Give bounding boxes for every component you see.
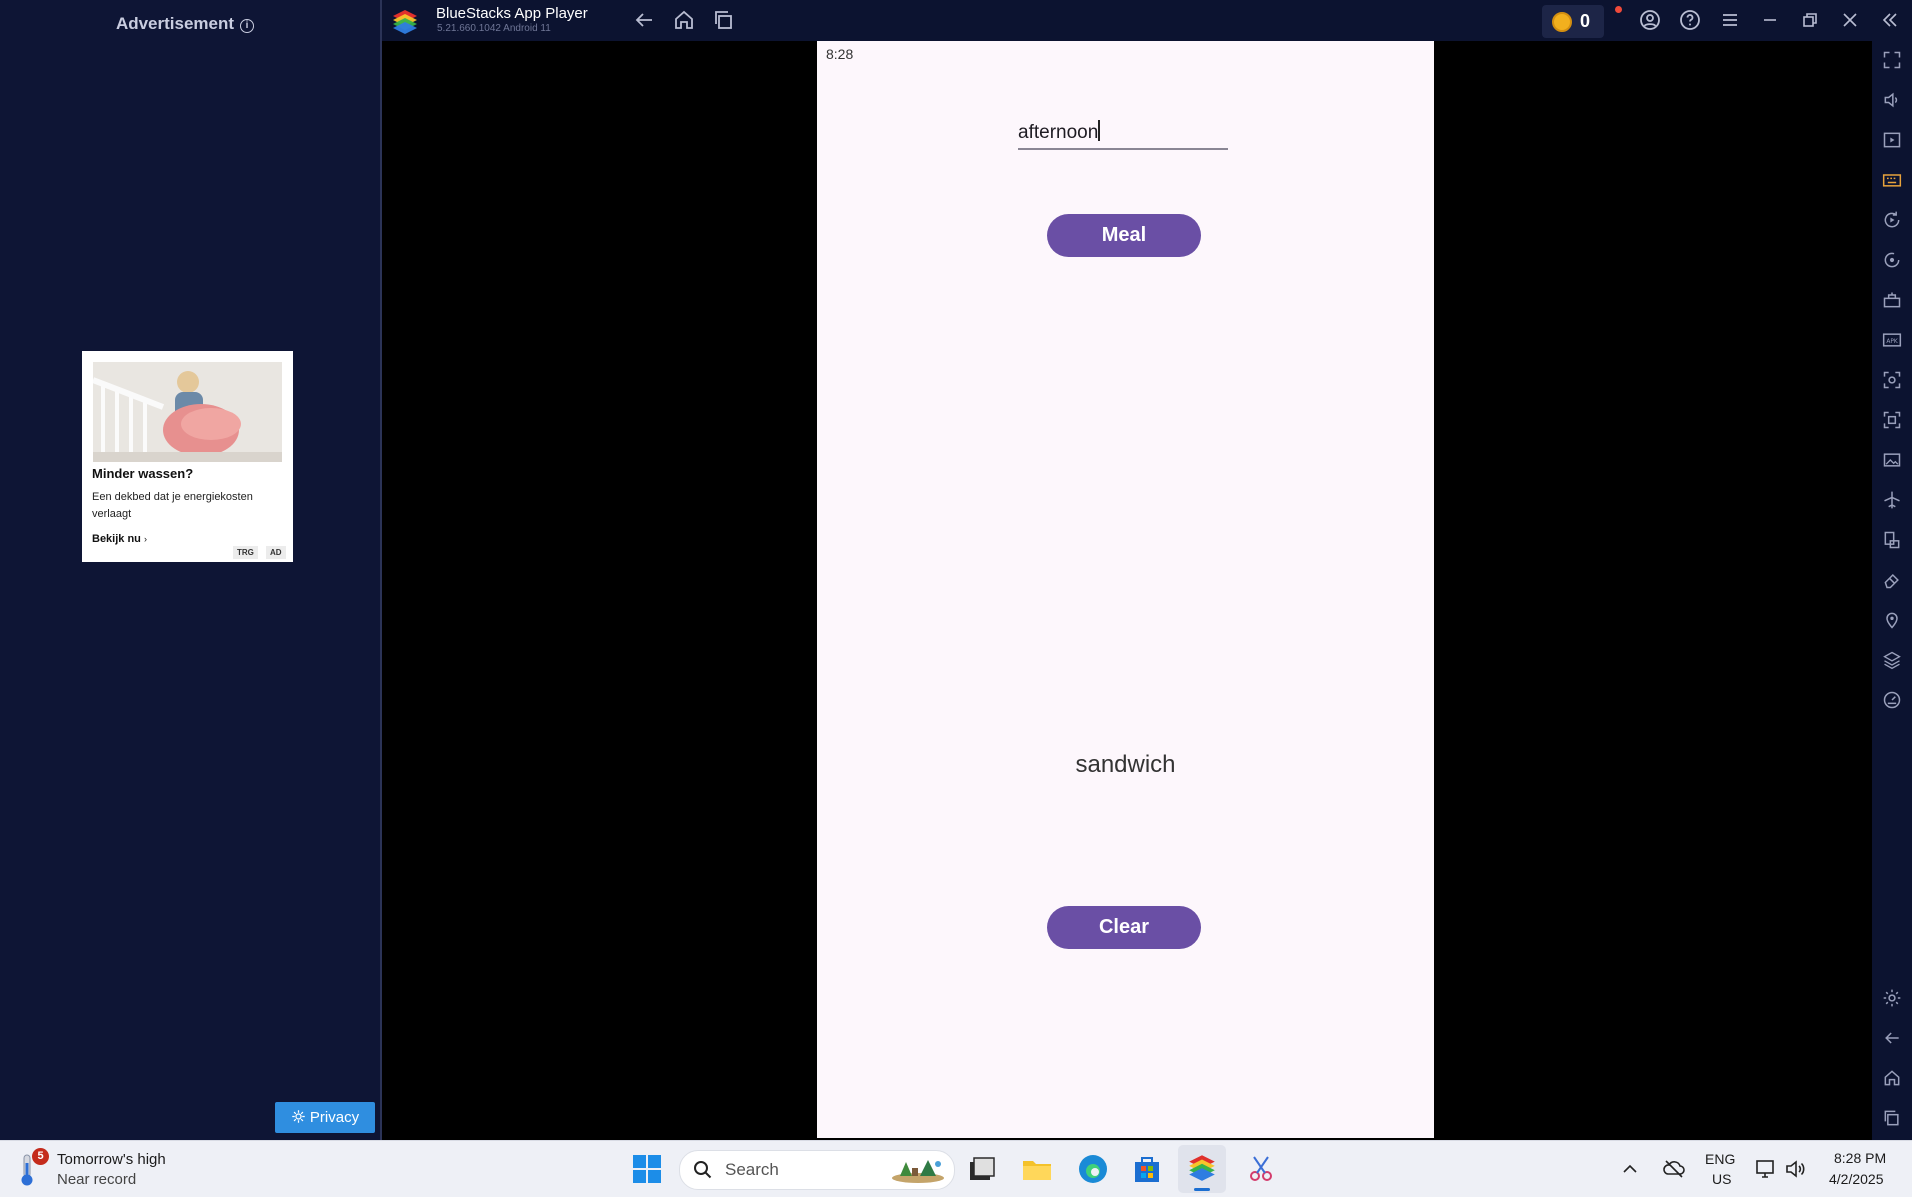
eraser-icon[interactable] (1882, 570, 1902, 590)
clear-button[interactable]: Clear (1047, 906, 1201, 949)
chevron-right-icon: › (143, 534, 147, 544)
android-screen: 8:28 afternoon Meal sandwich Clear (817, 41, 1434, 1138)
taskbar-search[interactable]: Search (679, 1150, 955, 1190)
status-bar-time: 8:28 (826, 46, 854, 62)
close-icon[interactable] (1838, 8, 1862, 32)
apk-icon[interactable]: APK (1882, 330, 1902, 350)
keyboard-icon[interactable] (1882, 170, 1902, 190)
meal-result-text: sandwich (1075, 751, 1176, 778)
volume-icon[interactable] (1882, 90, 1902, 110)
text-caret (1098, 120, 1100, 141)
recent-apps-icon[interactable] (1882, 1108, 1902, 1128)
settings-icon[interactable] (1882, 988, 1902, 1008)
language-code: ENG (1705, 1151, 1736, 1167)
microsoft-store-icon[interactable] (1130, 1152, 1164, 1186)
chevron-up-icon[interactable] (1620, 1159, 1640, 1179)
search-icon (694, 1161, 712, 1179)
macro-icon[interactable] (1882, 290, 1902, 310)
privacy-button[interactable]: Privacy (275, 1102, 375, 1133)
ad-heading-label: Advertisement (115, 14, 235, 33)
ad-title[interactable]: Minder wassen? (92, 466, 193, 481)
title-bar: BlueStacks App Player 5.21.660.1042 Andr… (382, 0, 1912, 41)
menu-icon[interactable] (1718, 8, 1742, 32)
account-icon[interactable] (1638, 8, 1662, 32)
recent-apps-icon[interactable] (712, 8, 736, 32)
resize-icon[interactable] (1882, 410, 1902, 430)
home-icon[interactable] (1882, 1068, 1902, 1088)
gallery-icon[interactable] (1882, 450, 1902, 470)
clock-time: 8:28 PM (1834, 1150, 1887, 1166)
notification-dot (1615, 6, 1622, 13)
coin-count: 0 (1580, 11, 1591, 31)
meal-button[interactable]: Meal (1047, 214, 1201, 257)
file-explorer-icon[interactable] (1020, 1152, 1054, 1186)
rotate-icon[interactable] (1882, 210, 1902, 230)
ad-heading: Advertisement i (0, 14, 370, 34)
airplane-icon[interactable] (1882, 490, 1902, 510)
weather-title: Tomorrow's high (57, 1151, 166, 1168)
edge-browser-icon[interactable] (1076, 1152, 1110, 1186)
ad-cta-link[interactable]: Bekijk nu › (92, 533, 147, 545)
ad-panel: Advertisement i Minder wassen? Een dekbe… (0, 0, 382, 1140)
ad-description[interactable]: Een dekbed dat je energiekosten verlaagt (92, 489, 282, 523)
weather-alert-badge: 5 (32, 1148, 49, 1165)
clear-button-label: Clear (1098, 916, 1150, 938)
multi-instance-icon[interactable] (1882, 530, 1902, 550)
location-icon[interactable] (1882, 610, 1902, 630)
back-icon[interactable] (1882, 1028, 1902, 1048)
weather-subtitle: Near record (57, 1171, 137, 1188)
ad-tag-ad[interactable]: AD (266, 546, 286, 559)
bluestacks-logo-icon (393, 10, 417, 34)
restore-icon[interactable] (1798, 8, 1822, 32)
collapse-sidebar-icon[interactable] (1878, 8, 1902, 32)
right-sidebar: APK (1872, 41, 1912, 1140)
ad-tag-trg[interactable]: TRG (233, 546, 258, 559)
time-of-day-input[interactable]: afternoon (1018, 120, 1228, 150)
layers-icon[interactable] (1882, 650, 1902, 670)
task-view-icon[interactable] (964, 1152, 998, 1186)
gear-icon (292, 1110, 305, 1123)
network-icon[interactable] (1754, 1157, 1778, 1181)
clock-date: 4/2/2025 (1829, 1171, 1884, 1187)
ad-cta-label: Bekijk nu (92, 533, 141, 545)
back-icon[interactable] (632, 8, 656, 32)
region-code: US (1712, 1171, 1732, 1187)
app-version: 5.21.660.1042 Android 11 (437, 23, 551, 34)
app-title: BlueStacks App Player (436, 5, 588, 22)
fullscreen-icon[interactable] (1882, 50, 1902, 70)
search-placeholder: Search (725, 1160, 779, 1179)
windows-start-icon[interactable] (630, 1152, 664, 1186)
info-icon[interactable]: i (240, 19, 255, 33)
bluestacks-taskbar-app[interactable] (1178, 1145, 1226, 1193)
ad-image[interactable] (93, 362, 282, 462)
sync-icon[interactable] (1882, 250, 1902, 270)
input-value: afternoon (1018, 122, 1099, 143)
screenshot-icon[interactable] (1882, 370, 1902, 390)
snipping-tool-icon[interactable] (1244, 1152, 1278, 1186)
svg-text:APK: APK (1886, 339, 1898, 345)
ad-photo (93, 362, 282, 462)
speaker-icon[interactable] (1784, 1157, 1808, 1181)
bluestacks-icon (1189, 1155, 1215, 1181)
ad-card[interactable]: Minder wassen? Een dekbed dat je energie… (82, 351, 293, 562)
coin-icon (1552, 12, 1572, 32)
privacy-label: Privacy (309, 1109, 360, 1126)
home-icon[interactable] (672, 8, 696, 32)
onedrive-offline-icon[interactable] (1662, 1157, 1686, 1181)
meal-button-label: Meal (1101, 224, 1147, 246)
active-indicator (1194, 1188, 1210, 1191)
search-highlight-icon (892, 1160, 944, 1183)
coin-counter[interactable]: 0 (1542, 5, 1604, 38)
media-icon[interactable] (1882, 130, 1902, 150)
minimize-icon[interactable] (1758, 8, 1782, 32)
help-icon[interactable] (1678, 8, 1702, 32)
performance-icon[interactable] (1882, 690, 1902, 710)
taskbar: 5 Tomorrow's high Near record Search ENG… (0, 1140, 1912, 1197)
